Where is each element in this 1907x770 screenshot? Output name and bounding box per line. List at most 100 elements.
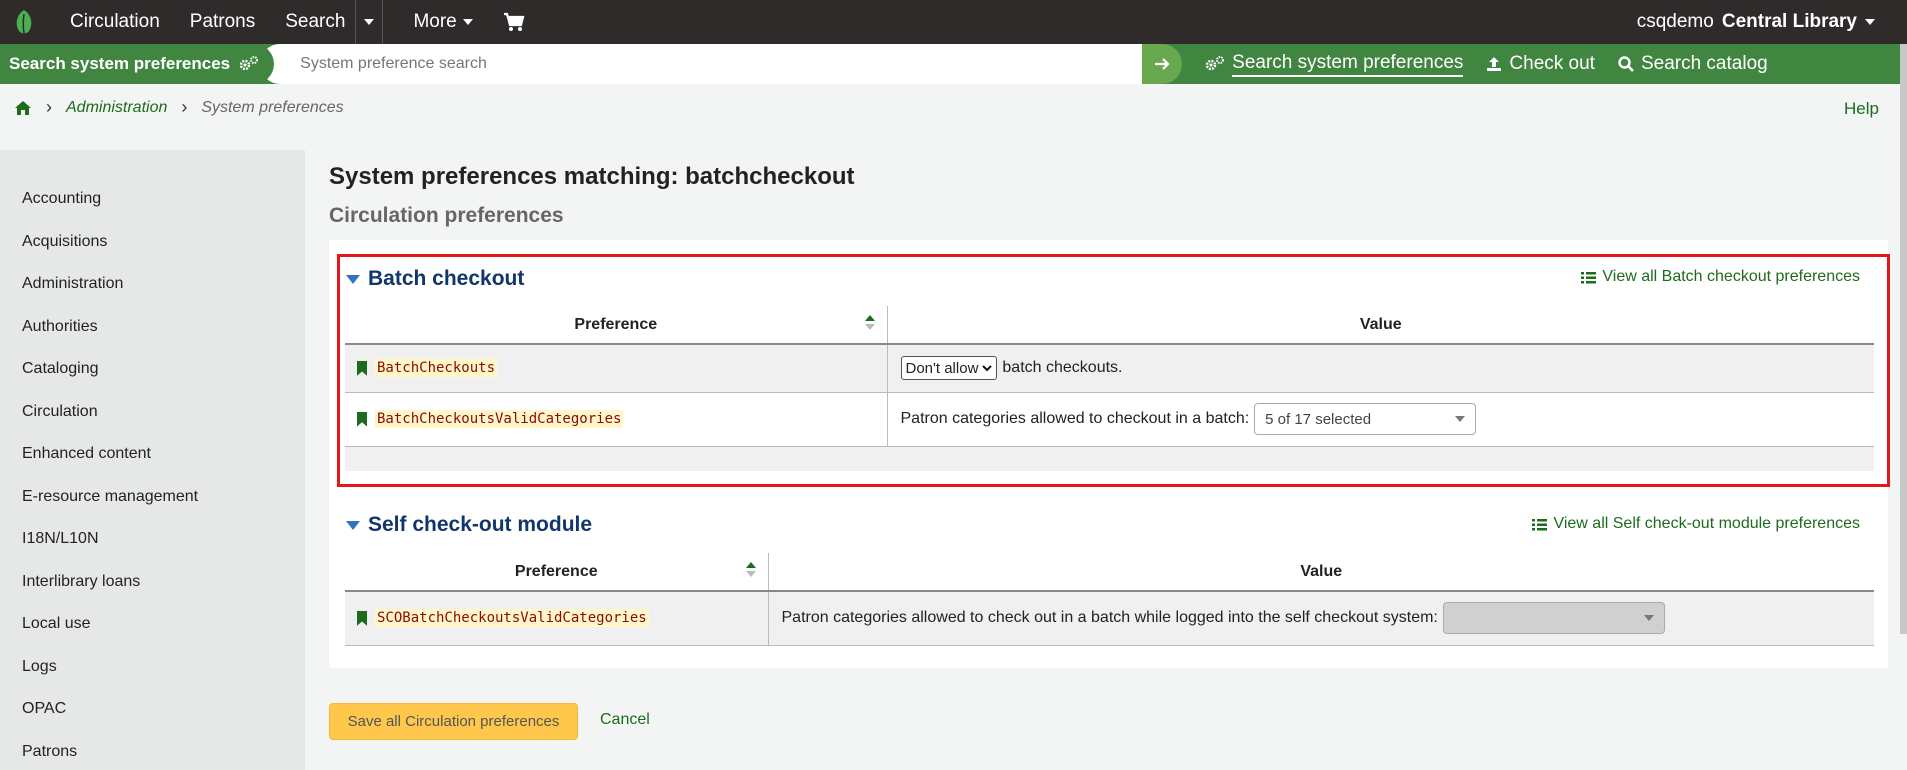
preference-code: BatchCheckoutsValidCategories: [375, 410, 624, 428]
bookmark-icon[interactable]: [357, 610, 367, 626]
section-title: Self check-out module: [368, 513, 593, 536]
preference-code: SCOBatchCheckoutsValidCategories: [375, 609, 649, 628]
search-type-selector[interactable]: Search system preferences: [0, 44, 275, 84]
sidebar: Accounting Acquisitions Administration A…: [0, 150, 305, 770]
library-name: Central Library: [1721, 11, 1857, 32]
page-scrollbar[interactable]: [1900, 44, 1907, 634]
sidebar-item-acquisitions[interactable]: Acquisitions: [0, 221, 305, 264]
top-navbar: Circulation Patrons Search More csqdemo …: [0, 0, 1907, 44]
search-bar: Search system preferences Search system …: [0, 44, 1907, 84]
chevron-down-icon: [462, 19, 473, 25]
section-subtitle: Circulation preferences: [329, 204, 564, 227]
bookmark-icon[interactable]: [357, 360, 367, 376]
chevron-down-icon: [1455, 416, 1466, 422]
sidebar-item-patrons[interactable]: Patrons: [0, 731, 305, 770]
chevron-right-icon: ›: [46, 97, 52, 117]
chevron-right-icon: ›: [181, 97, 188, 117]
preference-value: Don't allow batch checkouts.: [888, 356, 1875, 381]
value-suffix: batch checkouts.: [1002, 359, 1123, 377]
column-header-label: Preference: [574, 315, 658, 333]
section-header-self-checkout[interactable]: Self check-out module: [346, 513, 592, 537]
preferences-table-self-checkout: Preference Value SCOBatchCheckoutsValidC…: [345, 553, 1874, 646]
column-header-label: Value: [1359, 315, 1402, 333]
preference-value: Patron categories allowed to check out i…: [769, 602, 1875, 635]
gears-icon: [1205, 56, 1225, 71]
cart-button[interactable]: [503, 12, 525, 32]
select-value: Don't allow: [905, 359, 979, 377]
nav-search[interactable]: Search: [285, 11, 345, 33]
search-input[interactable]: [260, 44, 1163, 84]
preference-name: BatchCheckouts: [345, 359, 887, 378]
bookmark-icon[interactable]: [357, 411, 367, 427]
nav-patrons[interactable]: Patrons: [190, 11, 255, 33]
view-all-label: View all Self check-out module preferenc…: [1553, 515, 1860, 532]
table-row: BatchCheckouts Don't allow batch checkou…: [345, 344, 1875, 393]
column-header-label: Preference: [514, 562, 598, 580]
user-menu[interactable]: csqdemo Central Library: [1637, 11, 1875, 33]
nav-more-label: More: [413, 11, 457, 32]
multiselect-value: 5 of 17 selected: [1265, 410, 1372, 428]
sort-icon: [745, 562, 756, 582]
preference-name: BatchCheckoutsValidCategories: [345, 410, 887, 428]
save-all-button[interactable]: Save all Circulation preferences: [329, 703, 578, 740]
nav-circulation[interactable]: Circulation: [70, 11, 160, 33]
sidebar-item-authorities[interactable]: Authorities: [0, 306, 305, 349]
table-row: SCOBatchCheckoutsValidCategories Patron …: [345, 591, 1875, 646]
nav-more[interactable]: More: [413, 11, 473, 33]
upload-icon: [1487, 57, 1502, 71]
collapse-triangle-icon: [346, 520, 360, 530]
cancel-link[interactable]: Cancel: [600, 711, 650, 729]
preference-value: Patron categories allowed to checkout in…: [888, 403, 1875, 435]
sco-categories-multiselect[interactable]: [1442, 602, 1665, 635]
sidebar-item-e-resource-management[interactable]: E-resource management: [0, 476, 305, 519]
preferences-table-batch-checkout: Preference Value BatchCheckouts Don't al…: [345, 306, 1874, 447]
sidebar-item-circulation[interactable]: Circulation: [0, 391, 305, 434]
sidebar-list: Accounting Acquisitions Administration A…: [0, 150, 305, 770]
value-prefix: Patron categories allowed to checkout in…: [900, 410, 1250, 427]
search-catalog-label: Search catalog: [1640, 53, 1768, 74]
chevron-down-icon: [1643, 615, 1654, 622]
column-header-preference[interactable]: Preference: [345, 306, 888, 345]
sidebar-item-cataloging[interactable]: Cataloging: [0, 348, 305, 391]
categories-multiselect[interactable]: 5 of 17 selected: [1254, 403, 1477, 435]
breadcrumb-current: System preferences: [201, 98, 344, 116]
column-header-label: Value: [1300, 562, 1343, 580]
sidebar-item-administration[interactable]: Administration: [0, 263, 305, 306]
search-input-wrapper: [260, 44, 1163, 84]
chevron-down-icon: [1865, 19, 1875, 25]
batch-checkouts-select[interactable]: Don't allow: [900, 356, 998, 381]
gears-icon: [239, 56, 259, 71]
sidebar-item-enhanced-content[interactable]: Enhanced content: [0, 433, 305, 476]
search-preferences-link[interactable]: Search system preferences: [1204, 52, 1464, 77]
search-submit-button[interactable]: [1142, 44, 1183, 84]
check-out-link[interactable]: Check out: [1485, 53, 1595, 75]
nav-patrons-label: Patrons: [189, 11, 256, 32]
view-all-batch-checkout-link[interactable]: View all Batch checkout preferences: [1581, 268, 1860, 286]
sidebar-item-i18n-l10n[interactable]: I18N/L10N: [0, 518, 305, 561]
koha-logo-icon[interactable]: [8, 6, 40, 38]
page-title: System preferences matching: batchchecko…: [329, 163, 855, 190]
sidebar-item-interlibrary-loans[interactable]: Interlibrary loans: [0, 561, 305, 604]
column-header-value: Value: [887, 306, 1874, 345]
sidebar-item-local-use[interactable]: Local use: [0, 603, 305, 646]
view-all-self-checkout-link[interactable]: View all Self check-out module preferenc…: [1532, 515, 1860, 533]
sort-icon: [864, 315, 875, 335]
search-catalog-link[interactable]: Search catalog: [1617, 53, 1768, 75]
search-icon: [1618, 56, 1634, 72]
home-icon[interactable]: [14, 100, 32, 116]
section-title: Batch checkout: [368, 267, 525, 290]
search-dropdown-toggle[interactable]: [355, 0, 384, 44]
breadcrumb-administration[interactable]: Administration: [66, 99, 167, 117]
search-preferences-label: Search system preferences: [1232, 52, 1464, 77]
section-header-batch-checkout[interactable]: Batch checkout: [346, 267, 524, 291]
help-link[interactable]: Help: [1844, 99, 1879, 119]
check-out-label: Check out: [1509, 53, 1595, 74]
user-name: csqdemo: [1636, 11, 1714, 32]
collapse-triangle-icon: [346, 274, 360, 284]
nav-search-label: Search: [285, 11, 346, 32]
sidebar-item-opac[interactable]: OPAC: [0, 688, 305, 731]
column-header-value: Value: [768, 553, 1874, 592]
sidebar-item-logs[interactable]: Logs: [0, 646, 305, 689]
sidebar-item-accounting[interactable]: Accounting: [0, 178, 305, 221]
column-header-preference[interactable]: Preference: [345, 553, 769, 592]
